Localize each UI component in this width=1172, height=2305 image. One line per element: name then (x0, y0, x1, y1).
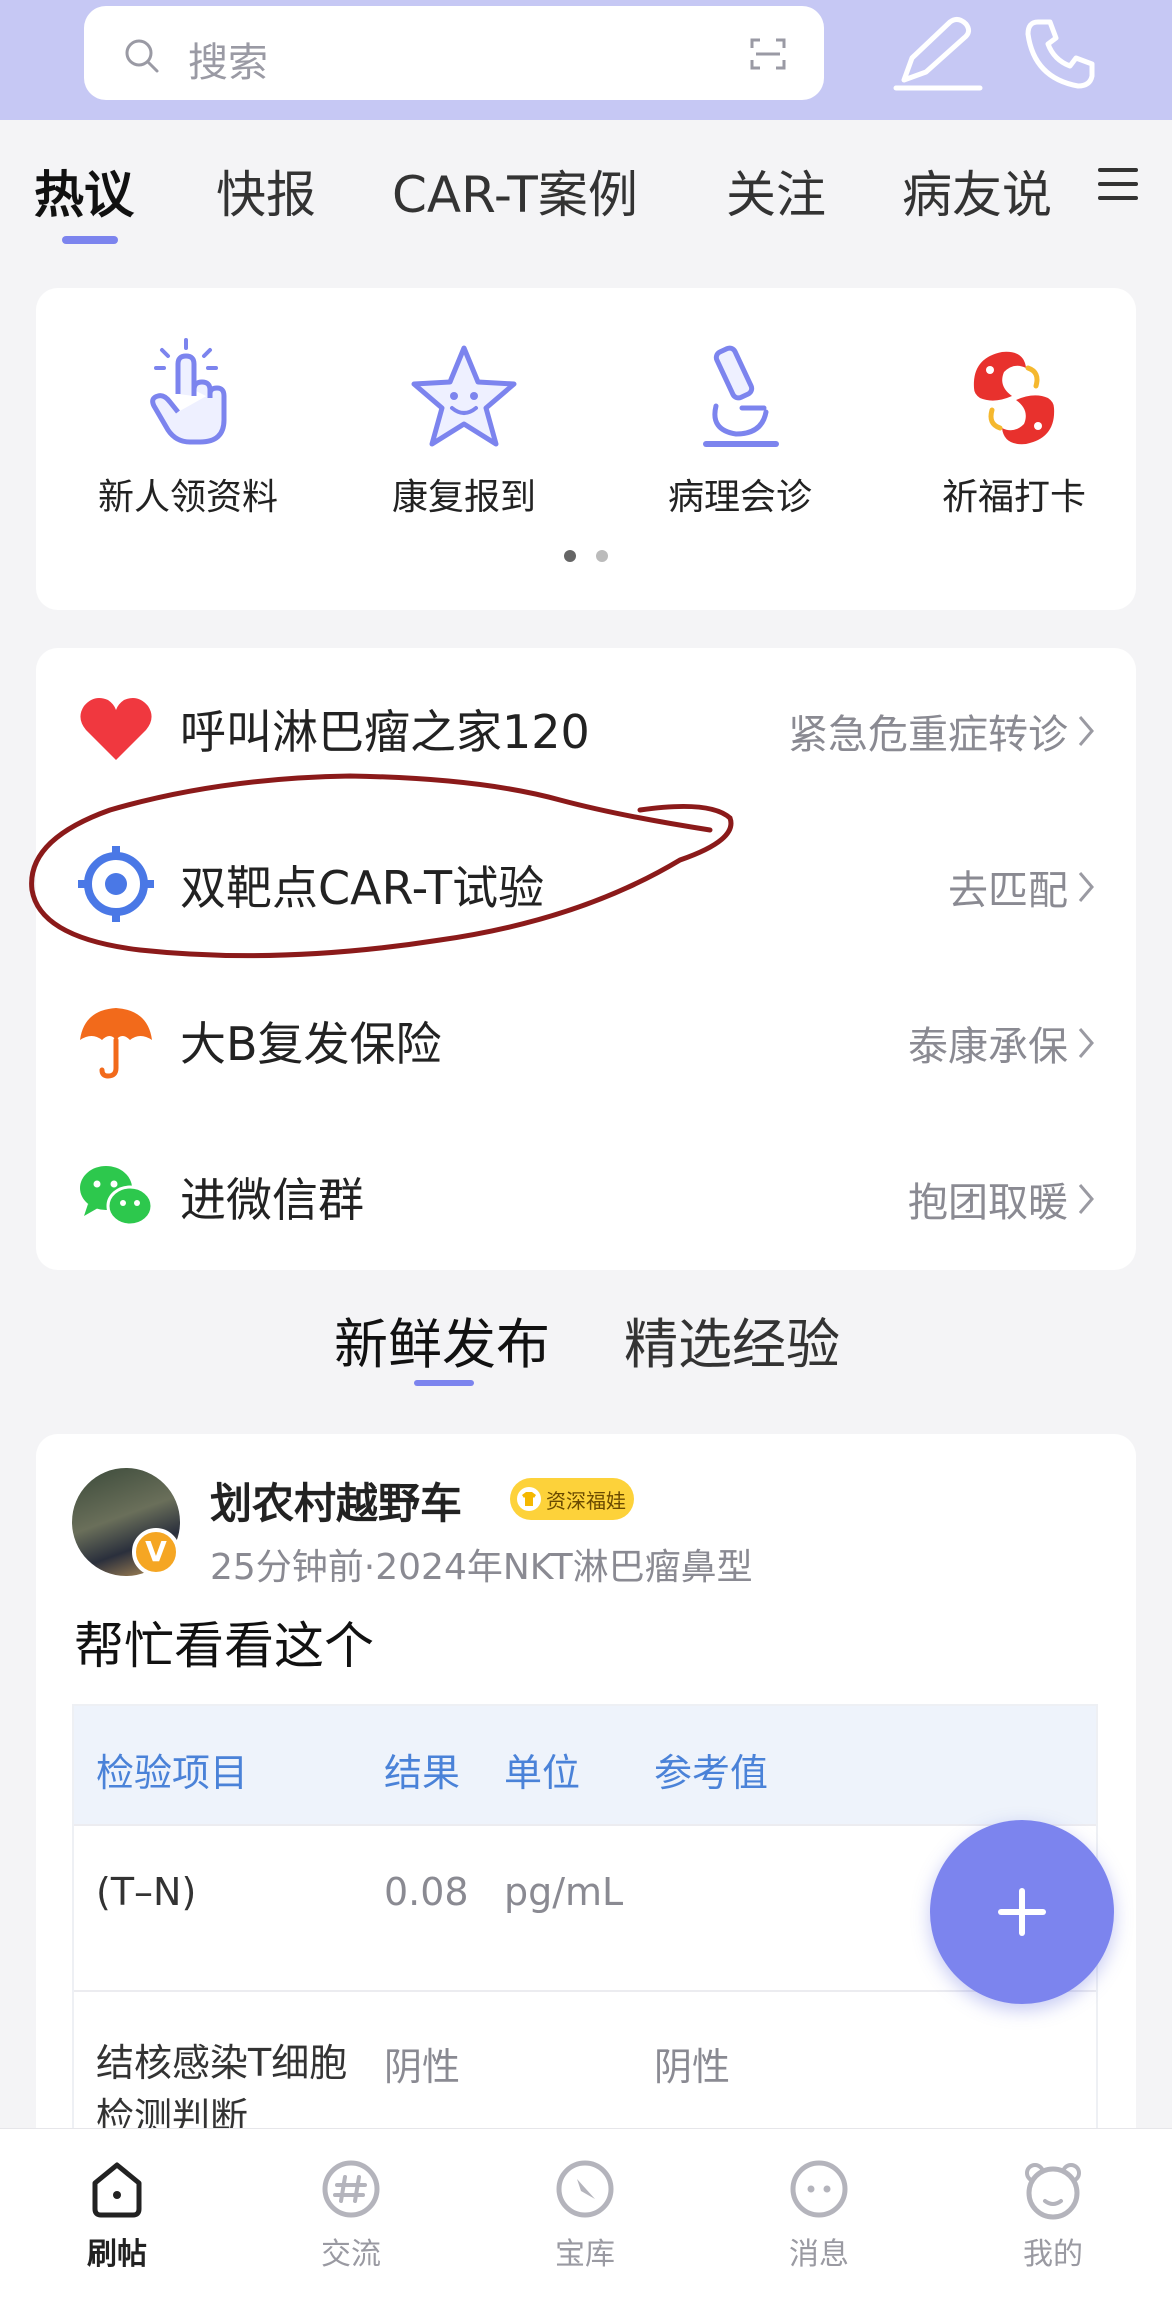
service-action[interactable]: 抱团取暖 (908, 1170, 1096, 1228)
scan-icon[interactable] (750, 36, 786, 72)
table-cell: (T–N) (96, 1870, 197, 1914)
table-cell: 0.08 (384, 1870, 469, 1914)
quick-action-label: 祈福打卡 (941, 477, 1086, 518)
active-tab-indicator (62, 236, 118, 244)
service-title: 进微信群 (180, 1173, 364, 1227)
service-action[interactable]: 泰康承保 (908, 1014, 1096, 1072)
category-tabs: 热议 快报 CAR-T案例 关注 病友说 (0, 120, 1172, 260)
quick-actions-card: 新人领资料 康复报到 病理会诊 祈福打卡 (36, 288, 1136, 610)
top-bar: 搜索 (0, 0, 1172, 120)
tab-follow[interactable]: 关注 (726, 155, 826, 227)
author-level-tag: 资深福娃 (510, 1478, 634, 1520)
table-divider (74, 1990, 1096, 1992)
post-meta: 25分钟前·2024年NKT淋巴瘤鼻型 (210, 1547, 753, 1588)
bottom-navigation: 刷帖 交流 宝库 消息 我的 (0, 2128, 1172, 2305)
chat-face-icon (790, 2160, 848, 2218)
tab-news[interactable]: 快报 (216, 155, 316, 227)
post-text: 帮忙看看这个 (74, 1617, 374, 1675)
search-bar[interactable]: 搜索 (84, 6, 824, 100)
service-action-label: 泰康承保 (908, 1024, 1068, 1070)
page-dot-active (564, 550, 576, 562)
search-icon (125, 39, 159, 73)
table-header-cell: 参考值 (654, 1751, 769, 1795)
active-feed-tab-indicator (414, 1380, 474, 1386)
nav-label: 消息 (789, 2237, 849, 2272)
tap-hand-icon (150, 338, 227, 445)
microscope-icon (703, 345, 779, 447)
nav-label: 刷帖 (87, 2237, 147, 2272)
quick-action-label: 新人领资料 (97, 477, 278, 518)
home-icon (92, 2162, 142, 2218)
heart-icon (80, 698, 152, 760)
compass-icon (556, 2160, 614, 2218)
post-card[interactable]: V 划农村越野车 资深福娃 25分钟前·2024年NKT淋巴瘤鼻型 帮忙看看这个… (36, 1434, 1136, 2204)
nav-label: 我的 (1023, 2237, 1083, 2272)
tab-hot[interactable]: 热议 (34, 155, 134, 227)
service-title: 大B复发保险 (180, 1017, 442, 1071)
wechat-icon (80, 1166, 154, 1227)
service-action-label: 去匹配 (948, 868, 1068, 914)
nav-item-profile[interactable]: 我的 (936, 2129, 1170, 2305)
table-header-cell: 检验项目 (96, 1751, 249, 1795)
menu-icon[interactable] (1096, 162, 1140, 206)
nav-label: 宝库 (555, 2237, 615, 2272)
nav-item-library[interactable]: 宝库 (468, 2129, 702, 2305)
service-action[interactable]: 紧急危重症转诊 (788, 702, 1096, 760)
add-post-button[interactable] (930, 1820, 1114, 2004)
star-face-icon (411, 345, 517, 447)
edit-pen-icon[interactable] (884, 14, 988, 94)
quick-action-label: 康复报到 (391, 477, 536, 518)
table-divider (74, 1824, 1096, 1826)
handdrawn-circle-annotation (29, 773, 734, 959)
tab-patients[interactable]: 病友说 (902, 155, 1052, 227)
service-title: 呼叫淋巴瘤之家120 (180, 705, 590, 759)
plus-icon-vertical (1019, 1888, 1025, 1936)
service-row-insurance[interactable]: 大B复发保险 泰康承保 (36, 960, 1136, 1116)
bear-face-icon (1025, 2163, 1081, 2220)
chevron-right-icon (1078, 716, 1094, 746)
table-cell: 阴性 (654, 2045, 731, 2089)
service-action-label: 紧急危重症转诊 (788, 712, 1068, 758)
phone-icon[interactable] (1020, 14, 1100, 94)
table-header-cell: 结果 (384, 1751, 461, 1795)
service-action-label: 抱团取暖 (908, 1180, 1068, 1226)
nav-item-messages[interactable]: 消息 (702, 2129, 936, 2305)
nav-item-community[interactable]: 交流 (234, 2129, 468, 2305)
page-dot (596, 550, 608, 562)
koi-fish-icon (973, 351, 1055, 445)
umbrella-icon (80, 1008, 152, 1079)
quick-action-label: 病理会诊 (667, 477, 812, 518)
nav-label: 交流 (321, 2237, 381, 2272)
post-author[interactable]: 划农村越野车 (210, 1470, 462, 1531)
tab-featured-experience[interactable]: 精选经验 (624, 1300, 840, 1379)
tshirt-icon (517, 1487, 541, 1511)
nav-item-feed[interactable]: 刷帖 (0, 2129, 234, 2305)
table-cell: 阴性 (384, 2045, 461, 2089)
service-action[interactable]: 去匹配 (948, 858, 1096, 916)
hashtag-bubble-icon (322, 2160, 380, 2218)
chevron-right-icon (1078, 1184, 1094, 1214)
table-header-cell: 单位 (504, 1751, 581, 1795)
service-row-wechat-group[interactable]: 进微信群 抱团取暖 (36, 1116, 1136, 1272)
chevron-right-icon (1078, 1028, 1094, 1058)
author-level-label: 资深福娃 (546, 1488, 626, 1513)
tab-fresh-posts[interactable]: 新鲜发布 (334, 1300, 550, 1379)
search-placeholder[interactable]: 搜索 (188, 30, 268, 88)
verified-badge-icon: V (132, 1528, 180, 1576)
table-header: 检验项目 结果 单位 参考值 (74, 1706, 1096, 1824)
tab-car-t-cases[interactable]: CAR-T案例 (392, 155, 638, 227)
chevron-right-icon (1078, 872, 1094, 902)
table-cell: pg/mL (504, 1870, 624, 1914)
